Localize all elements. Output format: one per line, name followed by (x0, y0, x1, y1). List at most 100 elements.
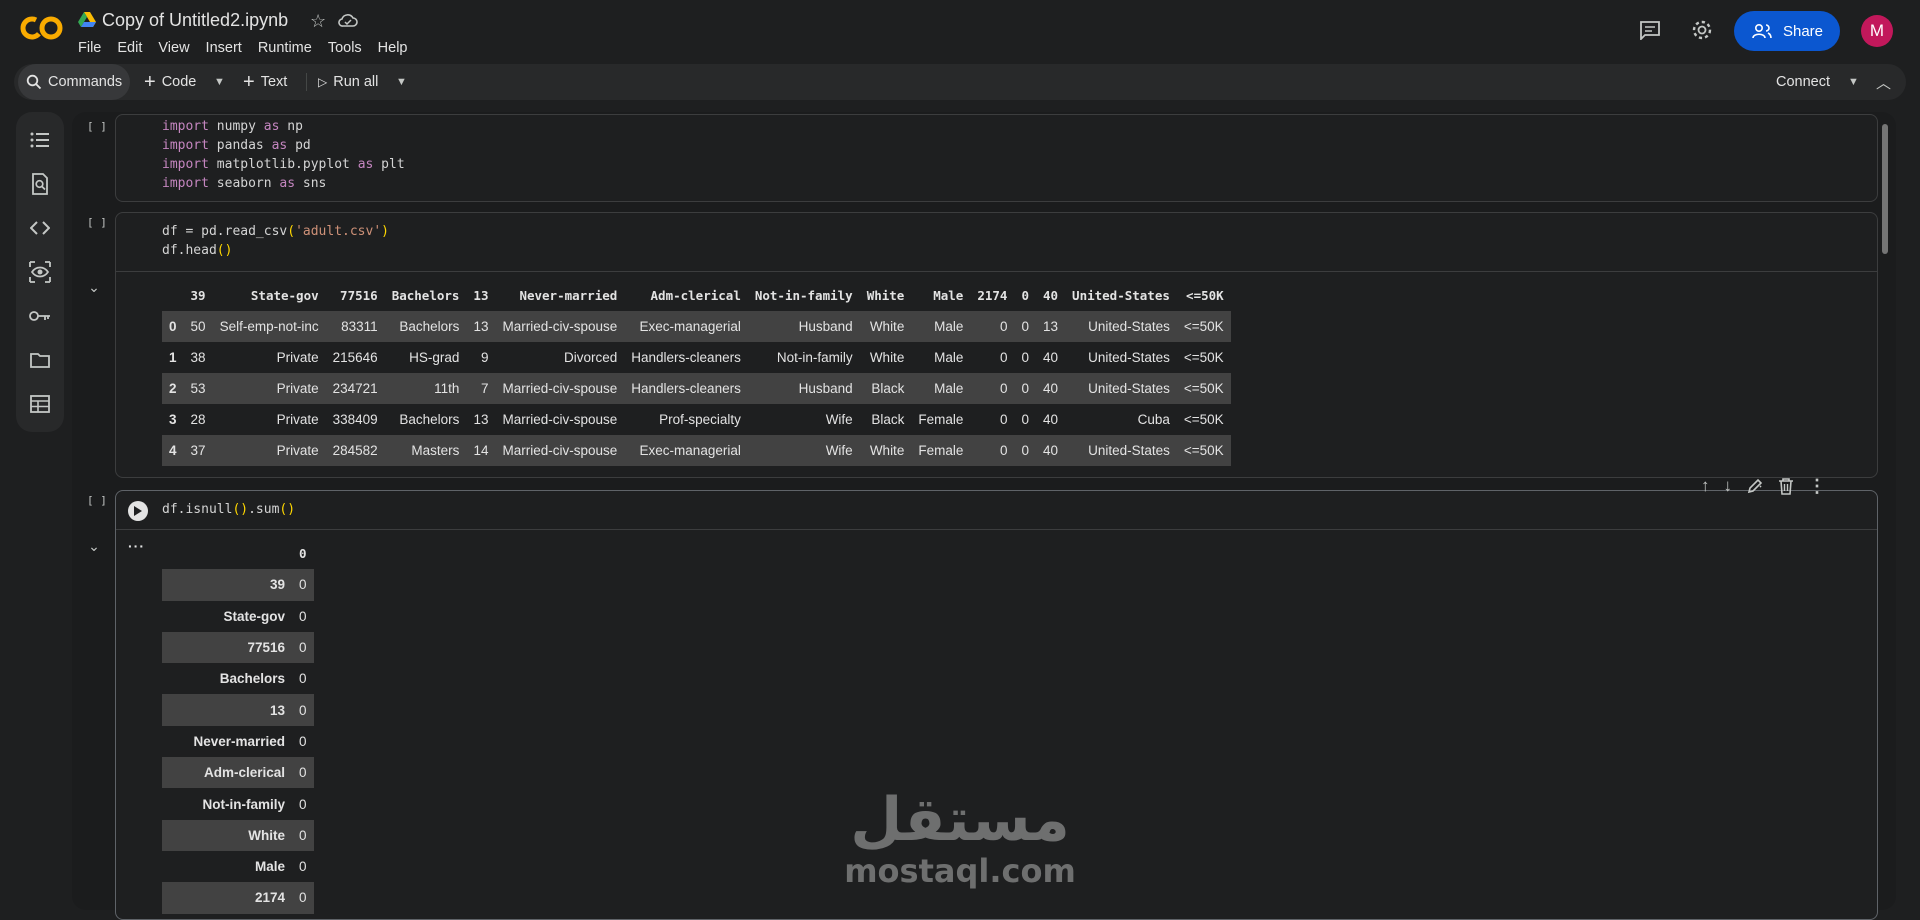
data-table-icon[interactable] (28, 392, 52, 416)
row-label: 2174 (254, 890, 285, 906)
null-count: 0 (299, 796, 307, 812)
row-label: 13 (269, 702, 285, 718)
table-row: 39 0 (162, 569, 314, 601)
edit-pen-icon[interactable] (1746, 477, 1764, 495)
table-cell: Private (276, 443, 319, 458)
table-cell: White (869, 443, 905, 458)
cell-execution-count[interactable]: [ ] (87, 494, 107, 507)
files-folder-icon[interactable] (28, 348, 52, 372)
delete-trash-icon[interactable] (1778, 477, 1794, 495)
cell-execution-count[interactable]: [ ] (87, 120, 107, 133)
table-row: White 0 (162, 819, 314, 851)
row-label: Not-in-family (202, 796, 286, 812)
null-count: 0 (299, 640, 307, 656)
add-text-button[interactable]: + Text (243, 64, 287, 100)
table-of-contents-icon[interactable] (28, 128, 52, 152)
share-button[interactable]: Share (1734, 11, 1840, 51)
settings-gear-icon[interactable] (1686, 14, 1718, 46)
run-cell-play-icon[interactable] (128, 501, 148, 521)
code-dropdown-chevron-icon[interactable]: ▼ (214, 64, 225, 100)
notebook-title[interactable]: Copy of Untitled2.ipynb (102, 10, 288, 31)
move-cell-down-icon[interactable]: ↓ (1724, 476, 1733, 496)
table-cell: Bachelors (399, 319, 460, 334)
table-cell: 234721 (332, 381, 378, 396)
cell-toolbar: ↑ ↓ ⋮ (1701, 474, 1881, 498)
row-label: Adm-clerical (203, 765, 285, 781)
isnull-sum-table: 0 39 0 State-gov 0 77516 0 Bachelors 0 13 0 Never-… (162, 538, 314, 914)
table-row: State-gov 0 (162, 601, 314, 632)
output-more-icon[interactable]: ··· (128, 538, 145, 554)
find-replace-icon[interactable] (28, 172, 52, 196)
more-options-icon[interactable]: ⋮ (1808, 476, 1826, 497)
code-cell-read-csv[interactable]: df = pd.read_csv('adult.csv') df.head() 3… (115, 212, 1878, 478)
collapse-output-chevron-icon[interactable]: ⌄ (84, 536, 104, 556)
commands-button[interactable]: Commands (18, 64, 131, 100)
star-icon[interactable]: ☆ (310, 11, 326, 32)
table-cell: 0 (1021, 350, 1029, 365)
menu-bar: File Edit View Insert Runtime Tools Help (78, 40, 408, 56)
row-label: White (248, 827, 285, 843)
code-editor[interactable]: df.isnull().sum() (162, 500, 295, 519)
table-cell: 14 (473, 443, 489, 458)
table-cell: Private (276, 412, 319, 427)
avatar[interactable]: M (1861, 15, 1893, 47)
table-cell: Handlers-cleaners (631, 381, 741, 396)
table-row: 3 28 Private 338409 Bachelors 13 Married-civ-s… (162, 404, 1231, 435)
plus-icon: + (144, 71, 156, 93)
collapse-output-chevron-icon[interactable]: ⌄ (84, 277, 104, 297)
table-cell: 0 (1021, 412, 1029, 427)
table-cell: 13 (473, 319, 489, 334)
variables-eye-icon[interactable] (28, 260, 52, 284)
menu-view[interactable]: View (158, 40, 189, 56)
table-cell: Private (276, 350, 319, 365)
scrollbar-thumb[interactable] (1882, 124, 1888, 254)
table-cell: Cuba (1137, 412, 1170, 427)
menu-runtime[interactable]: Runtime (258, 40, 312, 56)
move-cell-up-icon[interactable]: ↑ (1701, 476, 1710, 496)
connect-button[interactable]: Connect (1776, 64, 1830, 100)
table-cell: Female (918, 443, 964, 458)
table-cell: Not-in-family (776, 350, 853, 365)
table-row: 2 53 Private 234721 11th 7 Married-civ-spouse H… (162, 373, 1231, 404)
table-cell: <=50K (1183, 319, 1224, 334)
menu-insert[interactable]: Insert (206, 40, 242, 56)
table-cell: Private (276, 381, 319, 396)
table-cell: 28 (190, 412, 206, 427)
comments-icon[interactable] (1634, 14, 1666, 46)
cell-execution-count[interactable]: [ ] (87, 216, 107, 229)
collapse-toolbar-chevron-up-icon[interactable]: ︿ (1876, 64, 1891, 100)
table-cell: 40 (1043, 350, 1059, 365)
column-header: 0 (299, 546, 307, 562)
table-row: 13 0 (162, 694, 314, 726)
code-snippets-icon[interactable] (28, 216, 52, 240)
table-cell: Husband (798, 381, 853, 396)
colab-logo[interactable] (20, 14, 64, 42)
table-cell: Prof-specialty (659, 412, 741, 427)
table-cell: United-States (1088, 319, 1170, 334)
menu-help[interactable]: Help (378, 40, 408, 56)
menu-file[interactable]: File (78, 40, 101, 56)
add-code-button[interactable]: + Code (144, 64, 196, 100)
table-cell: Husband (798, 319, 853, 334)
table-cell: Black (871, 412, 905, 427)
menu-tools[interactable]: Tools (328, 40, 362, 56)
table-cell: 9 (480, 350, 489, 365)
menu-edit[interactable]: Edit (117, 40, 142, 56)
code-editor[interactable]: import numpy as np import pandas as pd imp… (162, 117, 405, 193)
table-row: 1 38 Private 215646 HS-grad 9 Divorced Handlers… (162, 342, 1231, 373)
play-icon: ▷ (318, 75, 328, 89)
run-all-button[interactable]: ▷ Run all (318, 64, 378, 100)
code-editor[interactable]: df = pd.read_csv('adult.csv') df.head() (162, 222, 389, 260)
table-cell: 338409 (332, 412, 378, 427)
table-header-row: 39 State-gov 77516 Bachelors 13 Never-married… (162, 280, 1231, 311)
table-cell: United-States (1088, 350, 1170, 365)
code-cell-imports[interactable]: import numpy as np import pandas as pd imp… (115, 114, 1878, 202)
connect-dropdown-chevron-icon[interactable]: ▼ (1848, 64, 1859, 100)
cloud-saved-icon[interactable] (338, 12, 358, 28)
column-header: <=50K (1186, 288, 1224, 303)
null-count: 0 (299, 608, 307, 624)
drive-icon[interactable] (78, 12, 96, 28)
table-cell: <=50K (1183, 412, 1224, 427)
secrets-key-icon[interactable] (28, 304, 52, 328)
run-all-dropdown-chevron-icon[interactable]: ▼ (396, 64, 407, 100)
